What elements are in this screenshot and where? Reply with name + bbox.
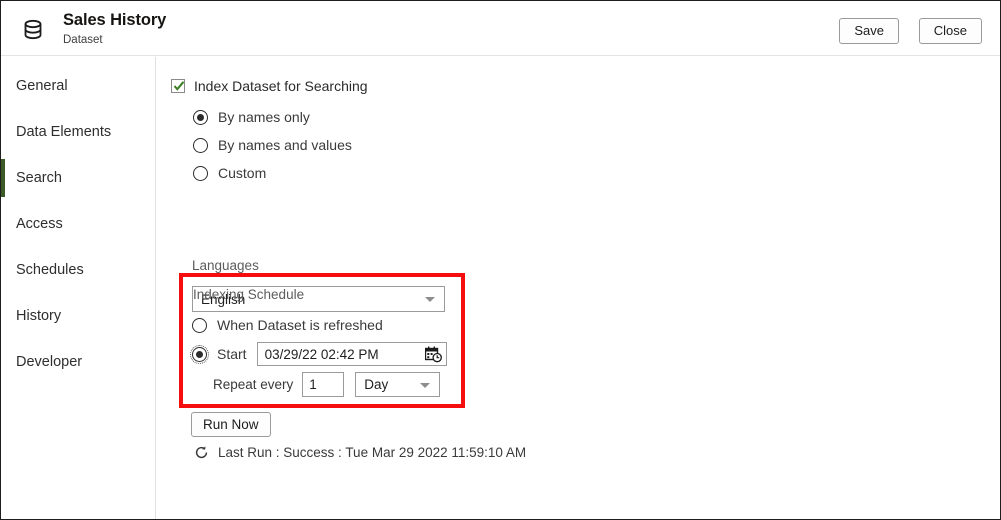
- index-dataset-label: Index Dataset for Searching: [194, 78, 368, 94]
- repeat-every-row: Repeat every Day: [213, 372, 441, 397]
- index-dataset-checkbox[interactable]: [171, 79, 185, 93]
- window-header: Sales History Dataset Save Close: [1, 1, 1000, 56]
- sidebar-item-label: Search: [16, 170, 62, 186]
- repeat-unit-value: Day: [364, 377, 389, 392]
- radio-button[interactable]: [193, 109, 208, 125]
- indexing-schedule-label: Indexing Schedule: [193, 287, 305, 302]
- page-title: Sales History: [63, 11, 167, 29]
- index-mode-radio-group: By names only By names and values Custom: [193, 103, 352, 187]
- radio-label: Custom: [218, 165, 267, 181]
- indexing-schedule-radio-group: When Dataset is refreshed Start 03/29/22…: [190, 311, 447, 369]
- sidebar-item-search[interactable]: Search: [1, 155, 155, 201]
- run-now-button[interactable]: Run Now: [191, 412, 271, 437]
- radio-by-names-only[interactable]: By names only: [193, 103, 352, 131]
- sidebar-nav: General Data Elements Search Access Sche…: [1, 57, 156, 519]
- radio-label: By names only: [218, 109, 310, 125]
- refresh-icon: [194, 445, 209, 460]
- radio-by-names-and-values[interactable]: By names and values: [193, 131, 352, 159]
- page-subtitle: Dataset: [63, 34, 103, 46]
- database-icon: [19, 16, 47, 44]
- repeat-unit-select[interactable]: Day: [355, 372, 441, 397]
- start-label: Start: [217, 346, 247, 362]
- radio-when-dataset-refreshed[interactable]: When Dataset is refreshed: [192, 311, 447, 339]
- close-button[interactable]: Close: [918, 18, 982, 44]
- radio-custom[interactable]: Custom: [193, 159, 352, 187]
- schedule-start-row: Start 03/29/22 02:42 PM: [190, 339, 447, 369]
- index-dataset-checkbox-row[interactable]: Index Dataset for Searching: [171, 78, 368, 94]
- sidebar-item-data-elements[interactable]: Data Elements: [1, 109, 155, 155]
- title-block: Sales History Dataset: [63, 10, 166, 48]
- sidebar-item-label: General: [16, 78, 68, 94]
- sidebar-item-label: Access: [16, 216, 63, 232]
- last-run-text: Last Run : Success : Tue Mar 29 2022 11:…: [218, 445, 527, 460]
- languages-label: Languages: [192, 258, 259, 273]
- sidebar-item-label: Developer: [16, 354, 83, 370]
- radio-label: By names and values: [218, 137, 352, 153]
- repeat-interval-input[interactable]: [302, 372, 345, 397]
- radio-button[interactable]: [192, 317, 207, 333]
- sidebar-item-label: Data Elements: [16, 124, 112, 140]
- sidebar-item-schedules[interactable]: Schedules: [1, 247, 155, 293]
- start-date-value: 03/29/22 02:42 PM: [264, 346, 379, 362]
- check-icon: [173, 81, 185, 91]
- sidebar-item-history[interactable]: History: [1, 293, 155, 339]
- last-run-status: Last Run : Success : Tue Mar 29 2022 11:…: [194, 445, 526, 460]
- radio-button[interactable]: [193, 137, 208, 153]
- chevron-down-icon: [420, 382, 431, 388]
- radio-label: When Dataset is refreshed: [217, 317, 383, 333]
- sidebar-item-label: History: [16, 308, 62, 324]
- dataset-search-settings-window: Sales History Dataset Save Close General…: [0, 0, 1001, 520]
- search-settings-panel: Index Dataset for Searching By names onl…: [157, 57, 1000, 519]
- radio-button[interactable]: [193, 165, 208, 181]
- start-date-input[interactable]: 03/29/22 02:42 PM: [256, 342, 447, 366]
- sidebar-item-developer[interactable]: Developer: [1, 339, 155, 385]
- radio-start[interactable]: [190, 344, 209, 364]
- calendar-clock-icon[interactable]: [424, 346, 442, 363]
- sidebar-item-access[interactable]: Access: [1, 201, 155, 247]
- repeat-every-label: Repeat every: [213, 377, 294, 392]
- save-button[interactable]: Save: [839, 18, 899, 44]
- sidebar-item-label: Schedules: [16, 262, 84, 278]
- sidebar-item-general[interactable]: General: [1, 63, 155, 109]
